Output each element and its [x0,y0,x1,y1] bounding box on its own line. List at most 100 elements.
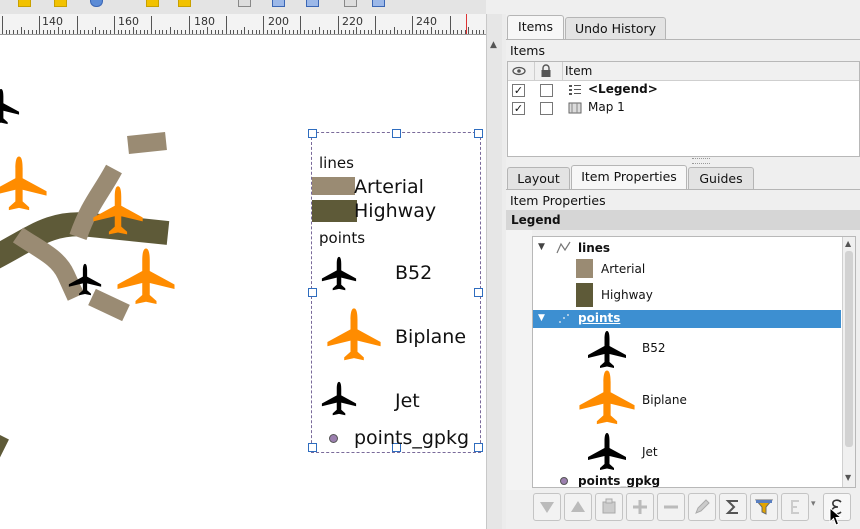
ruler-tick [113,16,115,34]
add-item-button[interactable] [626,493,654,521]
scroll-thumb[interactable] [845,251,853,447]
ruler-tick [378,30,380,34]
collapse-arrow-icon[interactable]: ▼ [538,313,545,323]
resize-handle[interactable] [474,288,483,297]
ruler-tick [341,30,343,34]
tree-points[interactable]: points [578,311,620,325]
tree-jet[interactable]: Jet [642,445,658,459]
count-features-button[interactable] [719,493,747,521]
ruler-tick [345,30,347,34]
tree-highway[interactable]: Highway [601,288,653,302]
frame-icon[interactable] [178,0,191,7]
ruler-tick [84,30,86,34]
tree-points-gpkg[interactable]: points_gpkg [578,474,660,487]
ruler-label: 220 [342,15,363,28]
arrow-icon[interactable] [344,0,357,7]
items-label: Items [510,43,545,58]
tab-item-properties[interactable]: Item Properties [571,165,687,190]
tree-row-selected[interactable]: ▼ points [533,310,841,328]
ruler-tick [363,30,365,34]
resize-handle[interactable] [308,443,317,452]
arterial-line [88,288,130,322]
scroll-up-icon[interactable]: ▲ [490,40,497,50]
filter-expression-button[interactable] [781,493,809,521]
ruler-tick [72,30,74,34]
dock-resize-grip[interactable] [692,158,710,164]
add-group-button[interactable] [595,493,623,521]
legend-tree[interactable]: ▼ lines Arterial Highway ▼ points B52 Bi… [532,236,856,488]
ruler-tick [263,16,265,34]
html-icon[interactable] [372,0,385,7]
pen-icon[interactable] [54,0,67,7]
items-table[interactable]: Item ✓ <Legend> ✓ Map 1 [507,61,860,157]
ruler-tick [311,30,313,34]
tab-undo-history[interactable]: Undo History [565,17,666,40]
lock-checkbox[interactable] [540,84,553,97]
ruler-tick [151,16,153,34]
legend-points-gpkg: points_gpkg [354,427,470,449]
tab-layout[interactable]: Layout [507,167,570,190]
tree-vertical-scrollbar[interactable]: ▲ ▼ [842,237,855,487]
ruler-tick [106,30,108,34]
jet-symbol [0,88,20,125]
ruler-tick [419,30,421,34]
move-up-button[interactable] [564,493,592,521]
sum-icon [725,500,738,514]
scroll-down-icon[interactable]: ▼ [845,473,851,482]
ruler-tick [188,16,190,34]
canvas-vertical-scrollbar[interactable]: ▲ [486,14,502,529]
ruler-tick [13,30,15,34]
globe-icon[interactable] [90,0,103,7]
legend-b52: B52 [395,262,433,284]
ruler-tick [281,27,283,34]
remove-item-button[interactable] [657,493,685,521]
ruler-tick [356,27,358,34]
ruler-tick [266,30,268,34]
tree-arterial[interactable]: Arterial [601,262,645,276]
dropdown-arrow-icon[interactable]: ▾ [811,499,816,509]
ruler-tick [442,30,444,34]
ruler-tick [348,30,350,34]
tree-biplane[interactable]: Biplane [642,393,687,407]
shape-icon[interactable] [272,0,285,7]
picture-icon[interactable] [238,0,251,7]
ruler-tick [128,30,130,34]
ruler-tick [251,30,253,34]
label-icon[interactable] [146,0,159,7]
ruler-tick [102,30,104,34]
arterial-line [12,227,85,301]
lock-checkbox[interactable] [540,102,553,115]
ruler-tick [322,30,324,34]
b52-icon [588,331,626,368]
layout-toolbar [0,0,486,15]
up-arrow-icon [571,501,585,512]
tree-b52[interactable]: B52 [642,341,666,355]
legend-item[interactable]: lines Arterial Highway points B52 Biplan… [308,129,483,453]
scroll-up-icon[interactable]: ▲ [845,239,851,248]
tab-items[interactable]: Items [507,15,564,40]
ruler-tick [255,30,257,34]
table-row[interactable]: ✓ Map 1 [508,99,859,117]
visibility-checkbox[interactable]: ✓ [512,84,525,97]
resize-handle[interactable] [308,288,317,297]
collapse-arrow-icon[interactable]: ▼ [538,242,545,252]
legend-section-header: Legend [506,210,860,230]
ruler-tick [319,27,321,34]
ruler-tick [98,30,100,34]
resize-handle[interactable] [392,129,401,138]
move-down-button[interactable] [533,493,561,521]
visibility-checkbox[interactable]: ✓ [512,102,525,115]
tree-lines[interactable]: lines [578,241,610,255]
ruler-tick [16,30,18,34]
edit-item-button[interactable] [688,493,716,521]
ruler-tick [434,30,436,34]
node-icon[interactable] [306,0,319,7]
tab-guides[interactable]: Guides [688,167,754,190]
pencil-icon[interactable] [18,0,31,7]
table-row[interactable]: ✓ <Legend> [508,81,859,99]
resize-handle[interactable] [474,129,483,138]
ruler-tick [289,30,291,34]
resize-handle[interactable] [474,443,483,452]
resize-handle[interactable] [308,129,317,138]
filter-legend-button[interactable] [750,493,778,521]
